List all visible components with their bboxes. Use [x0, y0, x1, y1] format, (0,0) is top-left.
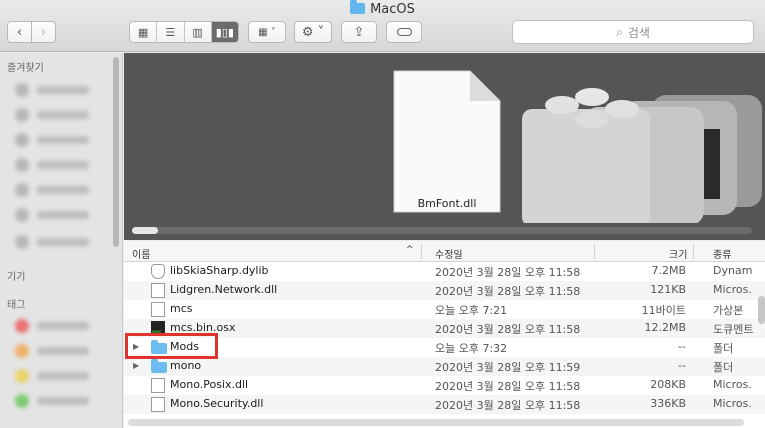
sidebar: 즐겨찾기 기기 태그: [0, 53, 123, 428]
list-item[interactable]: libSkiaSharp.dylib 2020년 3월 28일 오후 11:58…: [124, 262, 765, 281]
list-horizontal-scrollbar[interactable]: [128, 419, 744, 426]
file-icon: [151, 283, 165, 298]
column-header-kind[interactable]: 종류: [713, 246, 731, 261]
list-item[interactable]: Mono.Security.dll 2020년 3월 28일 오후 11:58 …: [124, 395, 765, 414]
list-item[interactable]: mcs 오늘 오후 7:21 11바이트 가상본: [124, 300, 765, 319]
sidebar-item[interactable]: [15, 108, 89, 122]
sidebar-item[interactable]: [15, 133, 89, 147]
window-title-text: MacOS: [370, 2, 415, 17]
share-button[interactable]: ⇪: [341, 21, 377, 43]
grid-icon: ▦ ˅: [258, 26, 276, 38]
folder-icon: [350, 0, 366, 14]
list-vertical-scrollbar[interactable]: [758, 296, 765, 324]
sidebar-item[interactable]: [15, 183, 89, 197]
sidebar-tag-yellow[interactable]: [15, 369, 89, 383]
cover-flow-scrollbar[interactable]: [132, 227, 752, 234]
mods-highlight-box: [125, 333, 218, 359]
document-preview[interactable]: BmFont.dll: [392, 69, 502, 214]
sidebar-header-favorites: 즐겨찾기: [7, 63, 44, 74]
tags-button[interactable]: [386, 21, 422, 43]
disclosure-triangle-icon[interactable]: ▶: [133, 361, 139, 370]
list-item[interactable]: mcs.bin.osx 2020년 3월 28일 오후 11:58 12.2MB…: [124, 319, 765, 338]
preview-filename: BmFont.dll: [417, 197, 477, 210]
window-title: MacOS: [0, 0, 765, 17]
sidebar-item[interactable]: [15, 83, 89, 97]
sidebar-tag-red[interactable]: [15, 319, 89, 333]
sidebar-tag-green[interactable]: [15, 394, 89, 408]
forward-button[interactable]: ›: [31, 21, 56, 43]
sidebar-tag-orange[interactable]: [15, 344, 89, 358]
file-icon: [151, 378, 165, 393]
list-item[interactable]: Mono.Posix.dll 2020년 3월 28일 오후 11:58 208…: [124, 376, 765, 395]
shield-file-icon: [151, 264, 165, 279]
list-item[interactable]: Lidgren.Network.dll 2020년 3월 28일 오후 11:5…: [124, 281, 765, 300]
folder-icon: [151, 359, 167, 373]
back-button[interactable]: ‹: [7, 21, 32, 43]
column-header-name[interactable]: 이름: [132, 246, 150, 261]
arrange-button[interactable]: ▦ ˅: [248, 21, 286, 43]
sidebar-header-tags: 태그: [7, 300, 26, 311]
sidebar-header-devices: 기기: [7, 272, 26, 283]
list-header: 이름 ^ 수정일 크기 종류: [124, 241, 765, 262]
view-mode-group: ▦ ☰ ▥ ▮▯▮: [129, 21, 239, 43]
list-item[interactable]: ▶ mono 2020년 3월 28일 오후 11:59 -- 폴더: [124, 357, 765, 376]
sidebar-item[interactable]: [15, 158, 89, 172]
search-placeholder: 검색: [627, 25, 650, 40]
toolbar: MacOS ‹ › ▦ ☰ ▥ ▮▯▮ ▦ ˅ ⚙ ˅ ⇪ ⌕ 검색: [0, 0, 765, 52]
sort-chevron-icon: ^: [406, 245, 414, 255]
plugin-bundle-icon: [522, 88, 762, 223]
list-item-mods[interactable]: ▶ Mods 오늘 오후 7:32 -- 폴더: [124, 338, 765, 357]
share-icon: ⇪: [353, 24, 365, 40]
file-icon: [151, 302, 165, 317]
file-list: 이름 ^ 수정일 크기 종류 libSkiaSharp.dylib 2020년 …: [124, 241, 765, 428]
cover-flow-preview: BmFont.dll: [124, 53, 765, 240]
tag-icon: [396, 28, 412, 36]
column-header-size[interactable]: 크기: [669, 246, 687, 261]
cover-flow-view-button[interactable]: ▮▯▮: [211, 22, 238, 42]
chevron-left-icon: ‹: [16, 24, 23, 40]
gear-icon: ⚙ ˅: [301, 24, 325, 40]
search-icon: ⌕: [616, 24, 623, 39]
chevron-right-icon: ›: [40, 24, 47, 40]
column-header-date[interactable]: 수정일: [435, 246, 463, 261]
sidebar-item[interactable]: [15, 208, 89, 222]
search-field[interactable]: ⌕ 검색: [512, 20, 754, 44]
cover-flow-scroll-knob[interactable]: [132, 227, 158, 234]
list-view-button[interactable]: ☰: [157, 22, 185, 42]
sidebar-item[interactable]: [15, 235, 89, 249]
sidebar-scrollbar[interactable]: [113, 57, 119, 247]
icon-view-button[interactable]: ▦: [130, 22, 158, 42]
column-view-button[interactable]: ▥: [185, 22, 212, 42]
file-icon: [151, 397, 165, 412]
document-icon: [393, 70, 501, 213]
action-button[interactable]: ⚙ ˅: [294, 21, 332, 43]
